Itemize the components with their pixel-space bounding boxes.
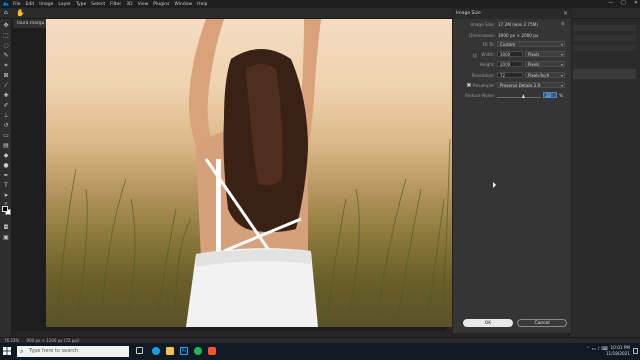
- search-placeholder: Type here to search: [29, 348, 79, 354]
- menu-view[interactable]: View: [138, 2, 149, 7]
- layer-row[interactable]: [573, 69, 636, 79]
- windows-start-icon[interactable]: [3, 347, 11, 355]
- resolution-input[interactable]: 72: [497, 72, 523, 78]
- resolution-unit-select[interactable]: Pixels/Inch: [525, 72, 565, 78]
- frame-tool-icon[interactable]: ⊠: [2, 72, 10, 79]
- image-size-dialog: Image Size × Image Size: 17.2M (was 2.75…: [452, 8, 572, 334]
- history-brush-tool-icon[interactable]: ↺: [2, 122, 10, 129]
- image-size-label: Image Size:: [470, 22, 495, 27]
- width-unit-select[interactable]: Pixels: [525, 51, 565, 57]
- panel-row[interactable]: [573, 35, 636, 41]
- dodge-tool-icon[interactable]: ●: [2, 162, 10, 169]
- clone-stamp-tool-icon[interactable]: ⊥: [2, 112, 10, 119]
- healing-brush-tool-icon[interactable]: ✚: [2, 92, 10, 99]
- menu-help[interactable]: Help: [197, 2, 207, 7]
- fit-to-label: Fit To:: [482, 42, 495, 47]
- menu-image[interactable]: Image: [39, 2, 53, 7]
- photoshop-window: Ps File Edit Image Layer Type Select Fil…: [0, 0, 640, 360]
- mouse-cursor-icon: [493, 182, 496, 188]
- eyedropper-tool-icon[interactable]: ⁄: [2, 82, 10, 89]
- foreground-color-swatch[interactable]: [2, 206, 8, 212]
- menu-plugins[interactable]: Plugins: [153, 2, 169, 7]
- dialog-titlebar[interactable]: Image Size ×: [453, 9, 571, 19]
- file-explorer-icon[interactable]: [166, 347, 174, 355]
- height-unit-select[interactable]: Pixels: [525, 61, 565, 67]
- height-label: Height:: [479, 62, 495, 67]
- dimensions-label: Dimensions:: [469, 33, 495, 38]
- marquee-tool-icon[interactable]: ⬚: [2, 32, 10, 39]
- spotify-icon[interactable]: [194, 347, 202, 355]
- menu-bar: Ps File Edit Image Layer Type Select Fil…: [0, 0, 640, 8]
- taskbar-clock[interactable]: 10:01 PM 11/18/2021: [606, 345, 630, 357]
- canvas-image: [46, 19, 452, 327]
- menu-window[interactable]: Window: [174, 2, 192, 7]
- menu-edit[interactable]: Edit: [26, 2, 35, 7]
- dimensions-value: 3000 px × 2000 px: [498, 33, 539, 38]
- windows-taskbar: ⌕ Type here to search Ps ⌃ ▭ ♪ ⌨ 10:01 P…: [0, 343, 640, 360]
- close-button[interactable]: ✕: [634, 0, 638, 6]
- window-controls: — □ ✕: [608, 0, 638, 6]
- reduce-noise-slider-thumb[interactable]: [521, 94, 525, 98]
- menu-file[interactable]: File: [13, 2, 21, 7]
- task-view-icon[interactable]: [136, 347, 143, 354]
- notification-icon[interactable]: [633, 348, 638, 354]
- photo-illustration: [55, 19, 451, 327]
- dialog-title: Image Size: [456, 11, 481, 16]
- eraser-tool-icon[interactable]: ▭: [2, 132, 10, 139]
- quick-mask-icon[interactable]: ◘: [2, 224, 10, 231]
- type-tool-icon[interactable]: T: [2, 182, 10, 189]
- reduce-noise-input[interactable]: 20: [543, 92, 557, 98]
- maximize-button[interactable]: □: [621, 0, 626, 6]
- screen-mode-icon[interactable]: ▣: [2, 234, 10, 241]
- fit-to-select[interactable]: Custom: [497, 41, 565, 47]
- menu-filter[interactable]: Filter: [110, 2, 121, 7]
- hand-tool-icon[interactable]: ✋: [16, 9, 25, 17]
- resolution-label: Resolution:: [471, 73, 495, 78]
- move-tool-icon[interactable]: ✥: [2, 22, 10, 29]
- ok-button[interactable]: OK: [463, 319, 513, 327]
- path-select-tool-icon[interactable]: ➤: [2, 192, 10, 199]
- menu-3d[interactable]: 3D: [126, 2, 132, 7]
- resample-checkbox[interactable]: ✓: [467, 83, 471, 88]
- menu-select[interactable]: Select: [91, 2, 105, 7]
- brave-icon[interactable]: [208, 347, 216, 355]
- resample-select[interactable]: Preserve Details 2.0: [497, 82, 565, 88]
- system-tray[interactable]: ⌃ ▭ ♪ ⌨: [586, 347, 608, 352]
- gradient-tool-icon[interactable]: ▤: [2, 142, 10, 149]
- image-size-value: 17.2M (was 2.75M): [498, 22, 538, 27]
- lasso-tool-icon[interactable]: ◌: [2, 42, 10, 49]
- width-label: Width:: [481, 52, 495, 57]
- right-panels: [568, 19, 640, 337]
- home-icon[interactable]: ⌂: [4, 10, 10, 16]
- menu-type[interactable]: Type: [76, 2, 86, 7]
- gear-icon[interactable]: ⚙: [561, 21, 565, 26]
- brush-tool-icon[interactable]: ✐: [2, 102, 10, 109]
- panel-header[interactable]: [573, 25, 636, 31]
- photoshop-taskbar-icon[interactable]: Ps: [180, 347, 188, 355]
- photoshop-logo-icon: Ps: [2, 0, 10, 8]
- cancel-button[interactable]: Cancel: [517, 319, 567, 327]
- reduce-noise-unit: %: [559, 93, 563, 98]
- minimize-button[interactable]: —: [608, 0, 613, 6]
- panel-row[interactable]: [573, 45, 636, 51]
- pen-tool-icon[interactable]: ✒: [2, 172, 10, 179]
- height-input[interactable]: 2000: [497, 61, 523, 67]
- menu-layer[interactable]: Layer: [58, 2, 71, 7]
- tools-panel: ✥ ⬚ ◌ ✎ ⌗ ⊠ ⁄ ✚ ✐ ⊥ ↺ ▭ ▤ ◆ ● ✒ T ➤ ⌕ ◘ …: [0, 19, 12, 337]
- search-icon: ⌕: [20, 348, 24, 355]
- quick-select-tool-icon[interactable]: ✎: [2, 52, 10, 59]
- blur-tool-icon[interactable]: ◆: [2, 152, 10, 159]
- crop-tool-icon[interactable]: ⌗: [2, 62, 10, 69]
- width-input[interactable]: 3000: [497, 51, 523, 57]
- clock-date: 11/18/2021: [605, 351, 630, 356]
- resample-label: Resample:: [473, 83, 495, 88]
- reduce-noise-label: Reduce Noise:: [465, 93, 495, 98]
- taskbar-search-box[interactable]: ⌕ Type here to search: [17, 346, 129, 357]
- reduce-noise-slider-track[interactable]: [497, 97, 541, 98]
- close-icon[interactable]: ×: [563, 10, 568, 17]
- edge-icon[interactable]: [152, 347, 160, 355]
